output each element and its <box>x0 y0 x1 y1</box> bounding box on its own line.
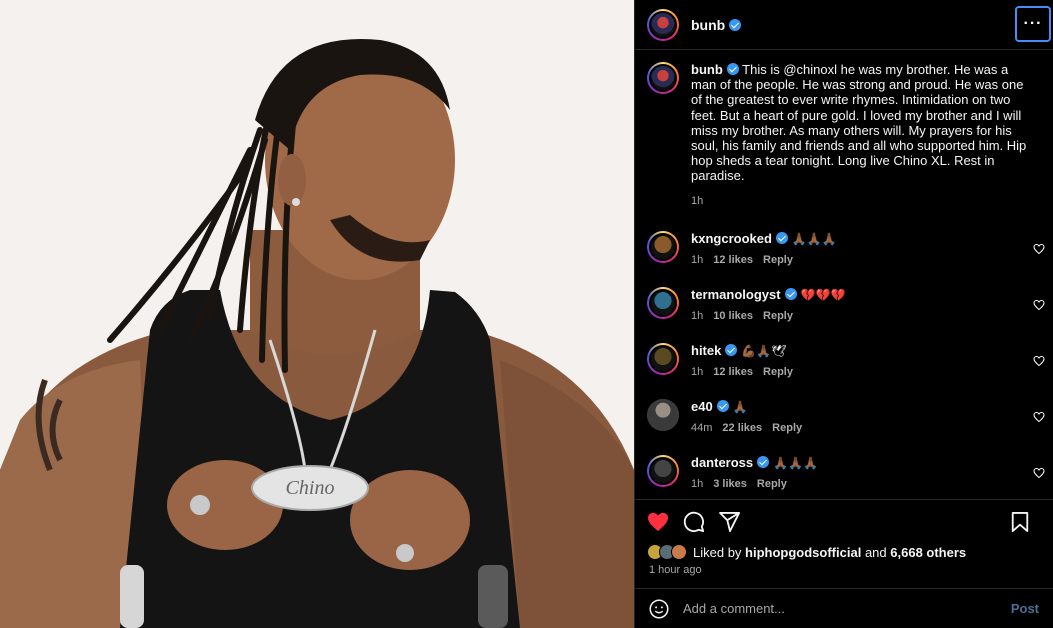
verified-badge-icon <box>729 18 742 31</box>
verified-badge-icon <box>775 231 788 244</box>
comment-text: 💪🏾🙏🏾🕊 <box>741 343 787 358</box>
comment-time: 1h <box>691 309 704 322</box>
comment-reply-button[interactable]: Reply <box>763 366 793 378</box>
post-comment-button[interactable]: Post <box>1011 601 1039 616</box>
verified-badge-icon <box>784 287 797 300</box>
comment-row: kxngcrooked 🙏🏾🙏🏾🙏🏾 1h 12 likes Reply <box>635 230 1053 287</box>
avatar[interactable] <box>647 230 679 263</box>
verified-badge-icon <box>726 63 739 75</box>
comment-like-heart-icon[interactable] <box>1033 243 1045 255</box>
post-side-panel: bunb ··· bunb This is @chinoxl he was my… <box>634 0 1053 628</box>
comment-like-heart-icon[interactable] <box>1033 411 1045 423</box>
add-comment-bar: Post <box>635 588 1053 628</box>
comment-likes[interactable]: 3 likes <box>713 478 747 490</box>
comment-text: 💔💔💔 <box>800 287 846 302</box>
comment-reply-button[interactable]: Reply <box>757 478 787 490</box>
comments-scroll-area[interactable]: bunb This is @chinoxl he was my brother.… <box>635 50 1053 499</box>
post-caption: bunb This is @chinoxl he was my brother.… <box>635 50 1053 209</box>
avatar[interactable] <box>647 8 679 41</box>
avatar <box>671 544 687 560</box>
post-header: bunb ··· <box>635 0 1053 50</box>
comment-reply-button[interactable]: Reply <box>772 422 802 434</box>
comment-reply-button[interactable]: Reply <box>763 254 793 266</box>
comment-icon[interactable] <box>683 511 705 533</box>
verified-badge-icon <box>725 343 738 356</box>
bookmark-save-icon[interactable] <box>1011 512 1029 532</box>
share-icon[interactable] <box>719 512 741 532</box>
avatar[interactable] <box>647 398 679 431</box>
comments-list: kxngcrooked 🙏🏾🙏🏾🙏🏾 1h 12 likes Reply terman… <box>635 230 1053 499</box>
post-actions: Liked by hiphopgodsofficial and 6,668 ot… <box>635 499 1053 628</box>
verified-badge-icon <box>757 455 770 468</box>
comment-like-heart-icon[interactable] <box>1033 355 1045 367</box>
liked-count[interactable]: 6,668 others <box>890 545 966 560</box>
comment-like-heart-icon[interactable] <box>1033 299 1045 311</box>
like-heart-icon[interactable] <box>647 512 669 532</box>
more-options-button[interactable]: ··· <box>1015 6 1051 42</box>
caption-username[interactable]: bunb <box>691 62 739 77</box>
comment-text: 🙏🏾🙏🏾🙏🏾 <box>791 231 837 246</box>
comment-text: 🙏🏾 <box>732 399 748 414</box>
comment-likes[interactable]: 10 likes <box>713 310 753 322</box>
comment-username[interactable]: termanologyst <box>691 287 781 302</box>
comment-input[interactable] <box>683 601 1011 616</box>
comment-reply-button[interactable]: Reply <box>763 310 793 322</box>
comment-row: termanologyst 💔💔💔 1h 10 likes Reply <box>635 286 1053 343</box>
comment-row: e40 🙏🏾 44m 22 likes Reply <box>635 398 1053 455</box>
comment-row: danteross 🙏🏾🙏🏾🙏🏾 1h 3 likes Reply <box>635 454 1053 499</box>
comment-row: hitek 💪🏾🙏🏾🕊 1h 12 likes Reply <box>635 342 1053 399</box>
comment-time: 1h <box>691 477 704 490</box>
comment-time: 1h <box>691 253 704 266</box>
post-author-username[interactable]: bunb <box>691 17 742 33</box>
caption-text: This is @chinoxl he was my brother. He w… <box>691 62 1027 184</box>
comment-likes[interactable]: 12 likes <box>713 254 753 266</box>
post-photo: Chino <box>0 0 634 628</box>
comment-username[interactable]: e40 <box>691 399 713 414</box>
comment-likes[interactable]: 22 likes <box>722 422 762 434</box>
emoji-smiley-icon[interactable] <box>649 599 669 619</box>
caption-time: 1h <box>691 194 704 207</box>
liked-by-summary[interactable]: Liked by hiphopgodsofficial and 6,668 ot… <box>635 544 1053 560</box>
pendant-text: Chino <box>286 477 335 499</box>
comment-time: 1h <box>691 365 704 378</box>
liked-and: and <box>864 544 887 560</box>
post-time-ago: 1 hour ago <box>649 564 702 576</box>
comment-username[interactable]: kxngcrooked <box>691 231 772 246</box>
post-image-illustration: Chino <box>0 0 634 628</box>
comment-time: 44m <box>691 421 713 434</box>
avatar[interactable] <box>647 286 679 319</box>
comment-username[interactable]: hitek <box>691 343 721 358</box>
comment-text: 🙏🏾🙏🏾🙏🏾 <box>773 455 818 470</box>
liked-user[interactable]: hiphopgodsofficial <box>745 545 861 560</box>
verified-badge-icon <box>716 399 729 412</box>
avatar[interactable] <box>647 62 679 94</box>
avatar[interactable] <box>647 342 679 375</box>
comment-likes[interactable]: 12 likes <box>713 366 753 378</box>
avatar[interactable] <box>647 454 679 487</box>
comment-like-heart-icon[interactable] <box>1033 467 1045 479</box>
liked-prefix: Liked by <box>693 544 742 560</box>
comment-username[interactable]: danteross <box>691 455 753 470</box>
